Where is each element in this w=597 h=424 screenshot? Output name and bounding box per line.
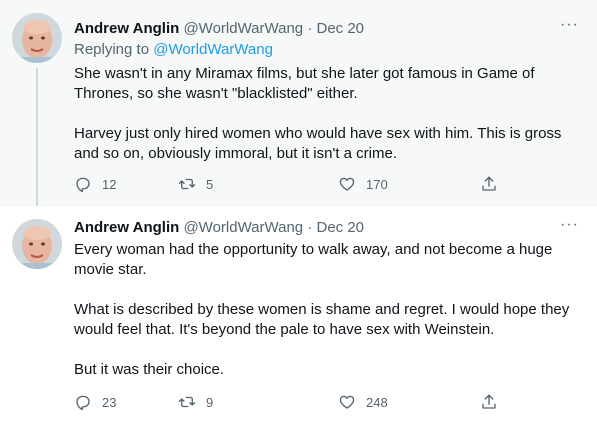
reply-button[interactable]: 23 [74, 393, 116, 411]
tweet-text: Every woman had the opportunity to walk … [74, 240, 574, 380]
share-icon [482, 176, 496, 191]
author-name[interactable]: Andrew Anglin [74, 20, 179, 37]
replying-to-handle-link[interactable]: @WorldWarWang [153, 41, 273, 58]
tweet-date[interactable]: Dec 20 [317, 20, 365, 37]
heart-icon [339, 177, 355, 191]
reply-icon [76, 395, 90, 411]
tweet-header: Andrew Anglin @WorldWarWang · Dec 20 [74, 20, 364, 38]
replying-to: Replying to @WorldWarWang [74, 41, 273, 59]
tweet-paragraph: What is described by these women is sham… [74, 301, 570, 338]
separator: · [307, 219, 313, 236]
tweet-date[interactable]: Dec 20 [317, 219, 365, 236]
retweet-count: 5 [206, 176, 214, 192]
like-count: 170 [366, 176, 388, 192]
retweet-icon [178, 178, 196, 190]
tweet-actions: 12 5 170 [74, 175, 504, 195]
retweet-count: 9 [206, 394, 214, 410]
like-button[interactable]: 170 [338, 175, 388, 193]
share-icon [482, 394, 496, 409]
share-button[interactable] [480, 393, 498, 411]
more-icon[interactable]: ··· [560, 216, 579, 234]
tweet-1[interactable]: Andrew Anglin @WorldWarWang · Dec 20 ···… [0, 0, 597, 206]
avatar[interactable] [12, 13, 62, 63]
like-count: 248 [366, 394, 388, 410]
tweet-paragraph: Harvey just only hired women who would h… [74, 125, 562, 162]
avatar[interactable] [12, 219, 62, 269]
like-button[interactable]: 248 [338, 393, 388, 411]
author-handle[interactable]: @WorldWarWang [183, 20, 303, 37]
reply-icon [76, 177, 90, 193]
more-icon[interactable]: ··· [560, 16, 579, 34]
reply-count: 12 [102, 176, 117, 192]
share-button[interactable] [480, 175, 498, 193]
tweet-2[interactable]: Andrew Anglin @WorldWarWang · Dec 20 ···… [0, 206, 597, 424]
tweet-paragraph: She wasn't in any Miramax films, but she… [74, 65, 535, 102]
reply-count: 23 [102, 394, 117, 410]
retweet-button[interactable]: 9 [178, 393, 213, 411]
replying-to-label: Replying to [74, 41, 150, 58]
heart-icon [339, 395, 355, 409]
avatar-image [12, 13, 62, 63]
thread-connector [36, 68, 38, 206]
tweet-actions: 23 9 248 [74, 393, 504, 413]
tweet-paragraph: But it was their choice. [74, 361, 225, 378]
reply-button[interactable]: 12 [74, 175, 116, 193]
retweet-button[interactable]: 5 [178, 175, 213, 193]
separator: · [307, 20, 313, 37]
tweet-text: She wasn't in any Miramax films, but she… [74, 64, 574, 164]
retweet-icon [178, 396, 196, 408]
avatar-image [12, 219, 62, 269]
author-handle[interactable]: @WorldWarWang [183, 219, 303, 236]
author-name[interactable]: Andrew Anglin [74, 219, 179, 236]
tweet-paragraph: Every woman had the opportunity to walk … [74, 241, 553, 278]
tweet-header: Andrew Anglin @WorldWarWang · Dec 20 [74, 219, 364, 237]
